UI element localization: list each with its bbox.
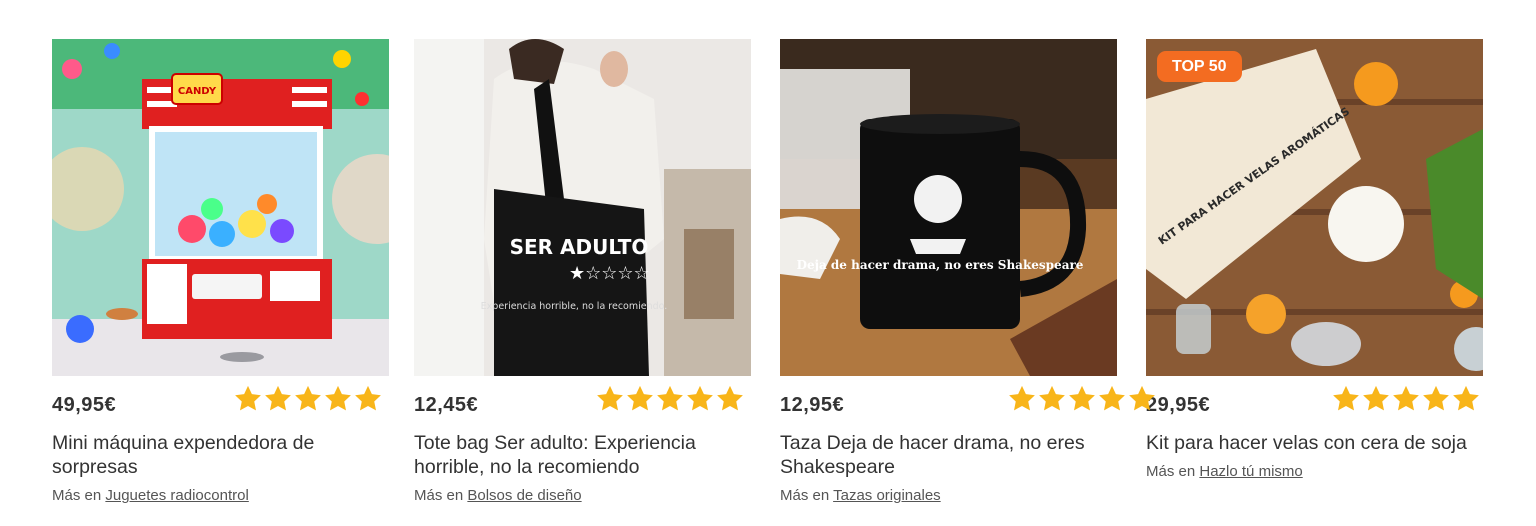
product-price: 12,45€ [414,394,479,416]
rating-stars[interactable] [595,384,745,414]
product-image[interactable]: SER ADULTO ★☆☆☆☆ Experiencia horrible, n… [414,39,751,376]
star-icon [265,385,291,411]
star-icon [1039,385,1065,411]
star-icon [597,385,623,411]
more-prefix: Más en [52,487,102,504]
star-icon [1009,385,1035,411]
star-icon [325,385,351,411]
product-title[interactable]: Tote bag Ser adulto: Experiencia horribl… [414,431,744,479]
more-in: Más en Juguetes radiocontrol [52,487,249,504]
more-prefix: Más en [1146,463,1196,480]
product-card[interactable]: CANDY 49,95€ Mini máquina expendedora de… [52,39,389,504]
bag-print-subtitle: Experiencia horrible, no la recomiendo. [481,301,668,312]
mug-image: Deja de hacer drama, no eres Shakespeare [780,39,1117,376]
star-icon [1129,385,1155,411]
product-image[interactable]: KIT PARA HACER VELAS AROMÁTICAS TOP 50 [1146,39,1483,376]
category-link[interactable]: Hazlo tú mismo [1199,463,1302,480]
star-icon [1393,385,1419,411]
category-link[interactable]: Bolsos de diseño [467,487,581,504]
star-icon [717,385,743,411]
star-icon [1069,385,1095,411]
product-title[interactable]: Kit para hacer velas con cera de soja [1146,431,1476,455]
star-icon [1453,385,1479,411]
candle-kit-image: KIT PARA HACER VELAS AROMÁTICAS [1146,39,1483,376]
star-icon [657,385,683,411]
product-price: 12,95€ [780,394,845,416]
product-card[interactable]: SER ADULTO ★☆☆☆☆ Experiencia horrible, n… [414,39,751,504]
product-card[interactable]: KIT PARA HACER VELAS AROMÁTICAS TOP 50 2… [1146,39,1483,480]
star-icon [627,385,653,411]
more-in: Más en Bolsos de diseño [414,487,582,504]
product-image[interactable]: CANDY [52,39,389,376]
star-icon [1423,385,1449,411]
bag-print-title: SER ADULTO [510,235,649,259]
star-icon [295,385,321,411]
more-in: Más en Hazlo tú mismo [1146,463,1303,480]
claw-machine-image: CANDY [52,39,389,376]
rating-stars[interactable] [1007,384,1157,414]
product-price: 49,95€ [52,394,117,416]
product-title[interactable]: Mini máquina expendedora de sorpresas [52,431,382,479]
mug-print-line: Deja de hacer drama, no eres Shakespeare [797,258,1084,272]
top-badge: TOP 50 [1157,51,1242,82]
machine-logo-text: CANDY [178,86,217,97]
star-icon [1333,385,1359,411]
more-prefix: Más en [414,487,464,504]
tote-bag-image: SER ADULTO ★☆☆☆☆ Experiencia horrible, n… [414,39,751,376]
category-link[interactable]: Tazas originales [833,487,941,504]
category-link[interactable]: Juguetes radiocontrol [105,487,248,504]
bag-print-stars: ★☆☆☆☆ [569,263,650,284]
rating-stars[interactable] [233,384,383,414]
rating-stars[interactable] [1331,384,1481,414]
star-icon [1363,385,1389,411]
product-image[interactable]: Deja de hacer drama, no eres Shakespeare [780,39,1117,376]
star-icon [355,385,381,411]
product-card[interactable]: Deja de hacer drama, no eres Shakespeare… [780,39,1117,504]
more-in: Más en Tazas originales [780,487,941,504]
star-icon [687,385,713,411]
star-icon [1099,385,1125,411]
star-icon [235,385,261,411]
more-prefix: Más en [780,487,830,504]
product-title[interactable]: Taza Deja de hacer drama, no eres Shakes… [780,431,1110,479]
